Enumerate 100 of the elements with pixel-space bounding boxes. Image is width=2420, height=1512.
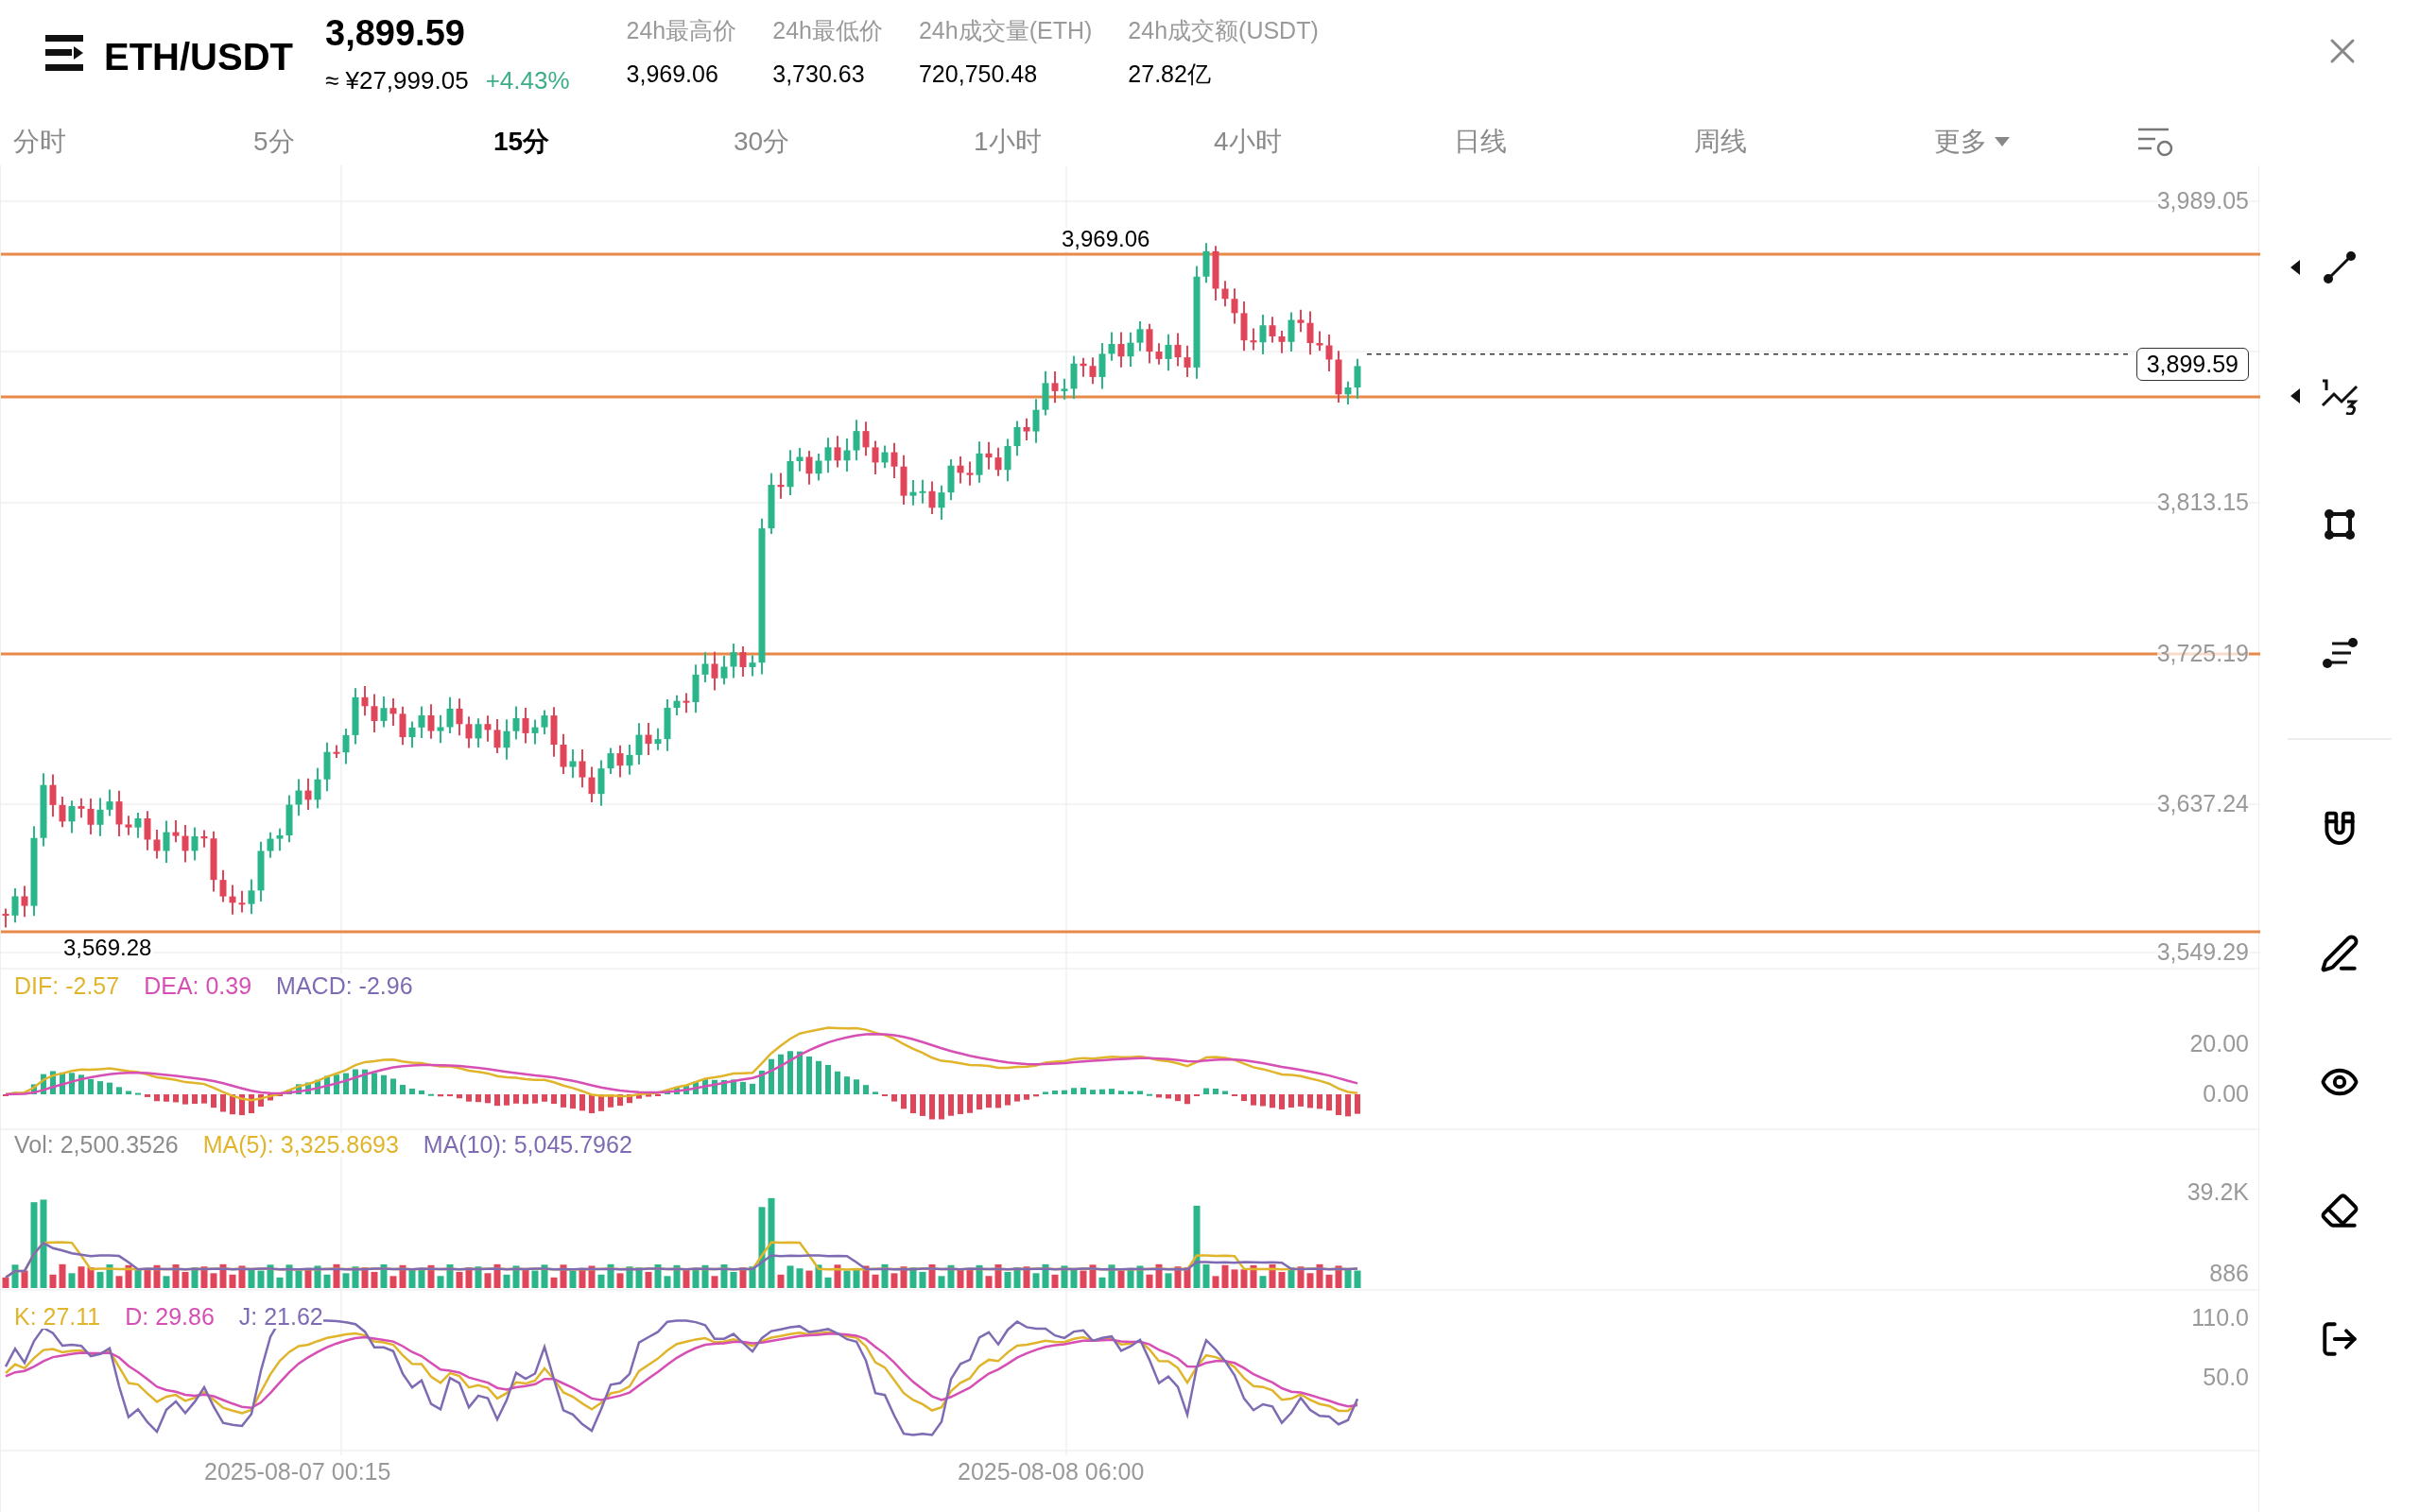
histogram-bar <box>977 1094 982 1110</box>
histogram-bar <box>1288 1094 1294 1108</box>
exit-icon <box>2320 1319 2360 1359</box>
histogram-bar <box>69 1073 75 1094</box>
pencil-icon <box>2320 934 2360 973</box>
histogram-bar <box>806 1057 812 1094</box>
histogram-bar <box>1260 1094 1266 1107</box>
histogram-bar <box>1014 1094 1020 1102</box>
histogram-bar <box>315 1079 320 1094</box>
histogram-bar <box>1317 1094 1322 1109</box>
histogram-bar <box>920 1094 925 1116</box>
histogram-bar <box>513 1094 519 1104</box>
stat-value: 3,730.63 <box>772 59 866 89</box>
high-price-label: 3,969.06 <box>1060 228 1152 250</box>
histogram-bar <box>873 1091 878 1094</box>
histogram-bar <box>1326 1094 1332 1111</box>
histogram-bar <box>1099 1089 1105 1094</box>
indicator-legend: MA(5): 3,325.8693 <box>202 1133 399 1157</box>
histogram-bar <box>1147 1093 1152 1096</box>
histogram-bar <box>995 1094 1001 1108</box>
histogram-bar <box>126 1091 131 1094</box>
histogram-bar <box>409 1088 415 1094</box>
histogram-bar <box>428 1093 434 1096</box>
histogram-bar <box>854 1079 859 1094</box>
histogram-bar <box>31 1084 37 1094</box>
last-price: 3,899.59 <box>325 12 466 55</box>
low-price-label: 3,569.28 <box>61 936 154 959</box>
histogram-bar <box>50 1071 56 1094</box>
interval-tab[interactable]: 分时 <box>13 122 66 162</box>
indicator-legend: MA(10): 5,045.7962 <box>423 1133 632 1157</box>
histogram-bar <box>97 1081 103 1094</box>
histogram-bar <box>589 1094 595 1114</box>
histogram-bar <box>116 1087 122 1094</box>
histogram-bar <box>1355 1094 1360 1114</box>
histogram-bar <box>220 1094 226 1112</box>
histogram-bar <box>494 1094 500 1107</box>
histogram-bar <box>475 1094 481 1103</box>
histogram-bar <box>939 1094 944 1120</box>
interval-tab[interactable]: 30分 <box>734 122 790 162</box>
pair-title: ETH/USDT <box>104 35 293 79</box>
histogram-bar <box>343 1073 349 1094</box>
histogram-bar <box>863 1085 869 1094</box>
histogram-bar <box>929 1094 935 1120</box>
histogram-bar <box>1279 1094 1285 1109</box>
histogram-bar <box>447 1094 453 1097</box>
histogram-bar <box>164 1094 169 1102</box>
histogram-bar <box>731 1079 736 1094</box>
line-segment-icon <box>2321 249 2359 286</box>
cny-price: ≈ ¥27,999.05 <box>325 65 469 96</box>
histogram-bar <box>1005 1094 1011 1106</box>
histogram-bar <box>372 1073 377 1094</box>
histogram-bar <box>646 1094 651 1097</box>
histogram-bar <box>88 1078 94 1094</box>
histogram-bar <box>154 1094 160 1102</box>
histogram-bar <box>1118 1091 1124 1094</box>
histogram-bar <box>1137 1091 1143 1094</box>
histogram-bar <box>1052 1091 1058 1094</box>
histogram-bar <box>759 1070 765 1094</box>
histogram-bar <box>598 1094 604 1111</box>
histogram-bar <box>135 1092 141 1095</box>
interval-tab[interactable]: 5分 <box>253 122 295 162</box>
histogram-bar <box>816 1060 821 1094</box>
histogram-bar <box>683 1085 689 1094</box>
histogram-bar <box>107 1082 112 1094</box>
stat-label: 24h成交量(ETH) <box>918 16 1093 45</box>
stat-value: 27.82亿 <box>1128 59 1212 89</box>
interval-tab[interactable]: 周线 <box>1694 122 1747 162</box>
histogram-bar <box>712 1079 717 1094</box>
histogram-bar <box>617 1094 623 1107</box>
stat-label: 24h最低价 <box>772 16 883 45</box>
settings-icon[interactable] <box>2136 126 2174 158</box>
histogram-bar <box>967 1094 973 1113</box>
histogram-bar <box>1062 1090 1067 1094</box>
histogram-bar <box>504 1094 510 1106</box>
histogram-bar <box>636 1094 642 1099</box>
histogram-bar <box>60 1072 65 1094</box>
interval-tab[interactable]: 更多 <box>1934 122 2010 162</box>
histogram-bar <box>438 1094 443 1097</box>
histogram-bar <box>1307 1094 1313 1108</box>
histogram-bar <box>1270 1094 1275 1108</box>
indicator-legend: Vol: 2,500.3526 <box>14 1133 179 1157</box>
histogram-bar <box>201 1094 207 1104</box>
interval-tab[interactable]: 日线 <box>1454 122 1507 162</box>
interval-tab[interactable]: 4小时 <box>1214 122 1282 162</box>
menu-icon[interactable] <box>45 35 83 71</box>
stat-value: 720,750.48 <box>918 59 1039 89</box>
price-axis-label: 3,549.29 <box>2156 940 2249 964</box>
stat-label: 24h最高价 <box>626 16 737 45</box>
histogram-bar <box>570 1094 576 1109</box>
histogram-bar <box>1080 1088 1086 1094</box>
histogram-bar <box>1213 1089 1219 1094</box>
interval-tab[interactable]: 15分 <box>493 122 550 162</box>
histogram-bar <box>1156 1094 1162 1098</box>
interval-tab[interactable]: 1小时 <box>974 122 1042 162</box>
indicator-axis-label: 0.00 <box>2203 1082 2249 1106</box>
histogram-bar <box>381 1074 387 1094</box>
histogram-bar <box>608 1094 614 1108</box>
price-axis-label: 3,813.15 <box>2156 490 2249 514</box>
histogram-bar <box>948 1094 954 1116</box>
histogram-bar <box>901 1094 907 1109</box>
